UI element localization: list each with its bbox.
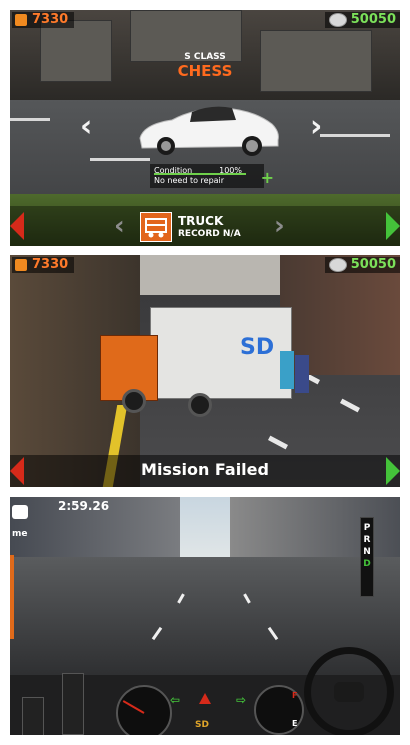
sd-logo: SD	[195, 720, 209, 730]
category-name: TRUCK	[178, 214, 224, 228]
timer: 2:59.26	[58, 499, 110, 513]
driving-screen: me 2:59.26 P R N D ⇦ ⇨ SD F E	[10, 497, 400, 735]
coins-value: 50050	[350, 12, 396, 27]
money-value: 7330	[32, 257, 69, 272]
side-mirror	[10, 555, 14, 639]
condition-panel: Condition 100% No need to repair +	[150, 164, 274, 188]
traffic-light-icon	[62, 673, 84, 735]
car-model	[139, 106, 279, 156]
lane-marking	[90, 158, 150, 161]
coin-icon	[15, 14, 27, 26]
gear-d[interactable]: D	[361, 558, 373, 570]
truck-category-button[interactable]	[140, 212, 172, 242]
vehicle-select-screen: 7330 50050 S CLASS CHESS ‹ › Condition 1…	[10, 10, 400, 246]
coin-icon	[15, 259, 27, 271]
mission-status: Mission Failed	[141, 460, 269, 479]
vehicle-class: S CLASS	[184, 52, 226, 62]
mission-failed-screen: SD 7330 50050 Mission Failed	[10, 255, 400, 487]
category-record: RECORD N/A	[178, 229, 241, 239]
left-turn-icon: ⇦	[170, 693, 181, 707]
lane-marking	[320, 134, 390, 137]
previous-category-button[interactable]: ‹	[114, 211, 125, 241]
gear-n[interactable]: N	[361, 546, 373, 558]
pedestrian	[295, 355, 309, 393]
coins-counter: 50050	[324, 12, 400, 28]
side-text: me	[12, 529, 28, 539]
silver-coin-icon	[328, 258, 347, 272]
fuel-empty-label: E	[292, 719, 298, 728]
money-value: 7330	[32, 12, 69, 27]
truck-wheel	[188, 393, 212, 417]
vehicle-name: CHESS	[177, 62, 233, 80]
condition-bar	[154, 173, 246, 175]
fuel-full-label: F	[292, 691, 298, 700]
play-arrow-icon[interactable]	[386, 212, 400, 240]
gear-p[interactable]: P	[361, 522, 373, 534]
next-category-button[interactable]: ›	[274, 211, 285, 241]
coins-counter: 50050	[324, 257, 400, 273]
silver-coin-icon	[328, 13, 347, 27]
truck-icon	[145, 218, 167, 238]
gear-r[interactable]: R	[361, 534, 373, 546]
truck-wheel	[122, 389, 146, 413]
next-vehicle-button[interactable]: ›	[310, 112, 322, 142]
pedestrian	[280, 351, 294, 389]
hazard-icon[interactable]	[199, 693, 211, 704]
gear-selector[interactable]: P R N D	[360, 517, 374, 597]
sd-logo: SD	[240, 335, 275, 360]
lane-marking	[10, 118, 50, 121]
camera-icon[interactable]	[12, 505, 28, 519]
back-arrow-icon[interactable]	[10, 212, 24, 240]
speedometer	[116, 685, 172, 735]
previous-vehicle-button[interactable]: ‹	[80, 112, 92, 142]
money-counter: 7330	[12, 12, 75, 28]
coins-value: 50050	[350, 257, 396, 272]
right-turn-icon: ⇨	[236, 693, 247, 707]
brake-pedal[interactable]	[22, 697, 44, 735]
money-counter: 7330	[12, 257, 75, 273]
repair-button[interactable]: +	[261, 168, 274, 187]
repair-status: No need to repair	[154, 176, 225, 185]
steering-hub	[334, 682, 364, 702]
